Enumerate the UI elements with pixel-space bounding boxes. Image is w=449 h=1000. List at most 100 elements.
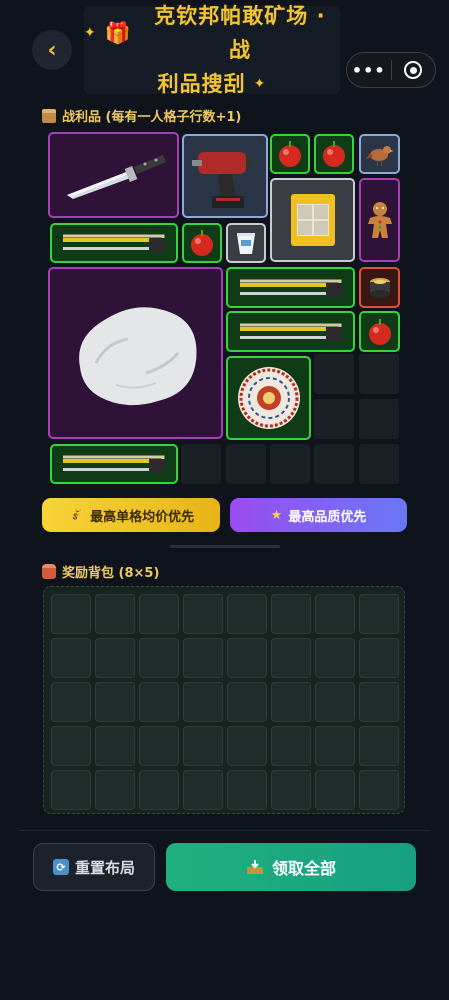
- loot-item-jar[interactable]: [359, 267, 400, 308]
- backpack-cell[interactable]: [183, 726, 223, 766]
- backpack-cell[interactable]: [227, 638, 267, 678]
- backpack-cell[interactable]: [139, 770, 179, 810]
- loot-item-hacksaw[interactable]: [226, 311, 355, 352]
- grid-cell[interactable]: [226, 444, 266, 484]
- gift-icon: 🎁: [104, 21, 132, 45]
- grid-cell[interactable]: [359, 444, 399, 484]
- backpack-cell[interactable]: [271, 726, 311, 766]
- backpack-cell[interactable]: [183, 594, 223, 634]
- package-icon: [42, 108, 56, 123]
- backpack-cell[interactable]: [315, 682, 355, 722]
- backpack-cell[interactable]: [139, 726, 179, 766]
- grid-cell[interactable]: [314, 354, 354, 394]
- backpack-cell[interactable]: [227, 682, 267, 722]
- backpack-cell[interactable]: [359, 638, 399, 678]
- backpack-cell[interactable]: [359, 726, 399, 766]
- loot-item-apple[interactable]: [314, 134, 354, 174]
- loot-item-apple[interactable]: [270, 134, 310, 174]
- grid-cell[interactable]: [270, 444, 310, 484]
- loot-item-hacksaw[interactable]: [226, 267, 355, 308]
- backpack-icon: [42, 564, 56, 579]
- backpack-cell[interactable]: [183, 638, 223, 678]
- loot-item-apple[interactable]: [359, 311, 400, 352]
- gingerbread-icon: [367, 202, 392, 238]
- backpack-cell[interactable]: [51, 594, 91, 634]
- title-line-2: 利品搜刮: [157, 72, 246, 96]
- grid-cell[interactable]: [314, 399, 354, 439]
- hacksaw-icon: [63, 455, 165, 473]
- loot-item-apple[interactable]: [182, 223, 222, 263]
- loot-grid: [48, 132, 404, 488]
- chevron-left-icon: ‹: [47, 37, 57, 63]
- loot-item-gingerbread[interactable]: [359, 178, 400, 262]
- loot-item-cup[interactable]: [226, 223, 266, 263]
- backpack-cell[interactable]: [271, 638, 311, 678]
- backpack-cell[interactable]: [315, 594, 355, 634]
- backpack-cell[interactable]: [227, 594, 267, 634]
- grid-cell[interactable]: [359, 354, 399, 394]
- backpack-cell[interactable]: [95, 682, 135, 722]
- backpack-cell[interactable]: [315, 726, 355, 766]
- backpack-cell[interactable]: [95, 770, 135, 810]
- drill-icon: [192, 152, 252, 208]
- backpack-cell[interactable]: [51, 638, 91, 678]
- grid-cell[interactable]: [181, 444, 221, 484]
- page-title: ✦ 🎁 克钦邦帕敢矿场 · 战 利品搜刮 ✦: [84, 4, 340, 96]
- backpack-cell[interactable]: [271, 594, 311, 634]
- backpack-cell[interactable]: [315, 638, 355, 678]
- jar-icon: [369, 277, 390, 298]
- backpack-cell[interactable]: [227, 770, 267, 810]
- header: ‹ ✦ 🎁 克钦邦帕敢矿场 · 战 利品搜刮 ✦ •••: [0, 0, 449, 100]
- backpack-cell[interactable]: [51, 682, 91, 722]
- grid-cell[interactable]: [314, 444, 354, 484]
- loot-item-hacksaw[interactable]: [50, 223, 178, 263]
- loot-item-hacksaw[interactable]: [50, 444, 178, 484]
- backpack-cell[interactable]: [51, 726, 91, 766]
- divider: [18, 830, 431, 831]
- loot-item-plate[interactable]: [226, 356, 311, 440]
- backpack-cell[interactable]: [95, 726, 135, 766]
- inbox-tray-icon: [246, 859, 264, 875]
- more-button[interactable]: •••: [347, 61, 391, 80]
- plate-icon: [237, 367, 300, 429]
- hacksaw-icon: [239, 323, 342, 341]
- backpack-section-label: 奖励背包 (8×5): [42, 562, 159, 581]
- loot-item-rock[interactable]: [48, 267, 223, 439]
- claim-all-button[interactable]: 领取全部: [166, 843, 416, 891]
- backpack-cell[interactable]: [95, 638, 135, 678]
- close-button[interactable]: [391, 61, 435, 79]
- backpack-cell[interactable]: [271, 770, 311, 810]
- grid-cell[interactable]: [359, 399, 399, 439]
- backpack-grid: [43, 586, 405, 814]
- apple-icon: [323, 141, 345, 167]
- backpack-cell[interactable]: [359, 682, 399, 722]
- backpack-cell[interactable]: [271, 682, 311, 722]
- horizontal-scrollbar[interactable]: [170, 545, 280, 548]
- backpack-cell[interactable]: [227, 726, 267, 766]
- loot-item-drill[interactable]: [182, 134, 268, 218]
- coin-bag-icon: 💰: [67, 507, 85, 523]
- backpack-cell[interactable]: [51, 770, 91, 810]
- backpack-cell[interactable]: [139, 638, 179, 678]
- backpack-cell[interactable]: [183, 770, 223, 810]
- sort-by-quality-button[interactable]: ★ 最高品质优先: [230, 498, 407, 532]
- loot-item-knife[interactable]: [48, 132, 179, 218]
- backpack-cell[interactable]: [139, 682, 179, 722]
- backpack-cell[interactable]: [359, 594, 399, 634]
- sparkle-icon: ✦: [253, 76, 267, 92]
- star-icon: ★: [270, 507, 283, 523]
- sort-by-avg-price-button[interactable]: 💰 最高单格均价优先: [42, 498, 220, 532]
- backpack-cell[interactable]: [139, 594, 179, 634]
- apple-icon: [191, 230, 213, 256]
- backpack-cell[interactable]: [359, 770, 399, 810]
- sparkle-icon: ✦: [84, 25, 97, 41]
- loot-item-wax-box[interactable]: [270, 178, 355, 262]
- reset-layout-button[interactable]: ⟳ 重置布局: [33, 843, 155, 891]
- loot-item-bird[interactable]: [359, 134, 400, 174]
- backpack-cell[interactable]: [183, 682, 223, 722]
- knife-icon: [66, 155, 166, 199]
- back-button[interactable]: ‹: [32, 30, 72, 70]
- title-line-1: 克钦邦帕敢矿场 · 战: [154, 4, 326, 62]
- backpack-cell[interactable]: [95, 594, 135, 634]
- backpack-cell[interactable]: [315, 770, 355, 810]
